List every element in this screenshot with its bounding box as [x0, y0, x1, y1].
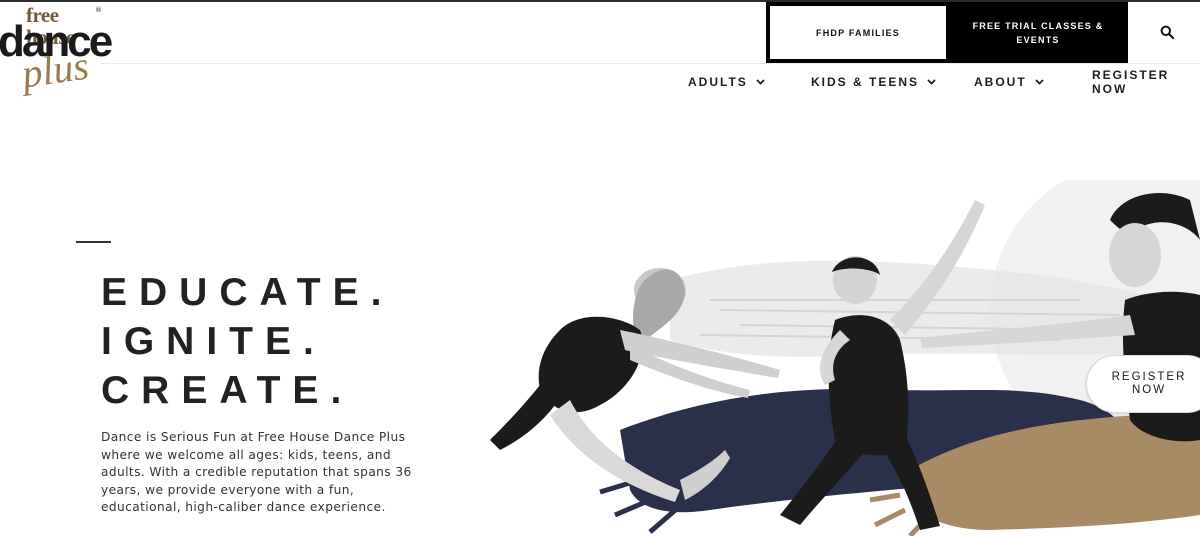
register-now-pill-button[interactable]: REGISTER NOW	[1086, 355, 1200, 413]
search-icon	[1160, 25, 1174, 39]
nav-item-label: ADULTS	[688, 75, 748, 89]
nav-item-label: ABOUT	[974, 75, 1027, 89]
headline-line-educate: EDUCATE.	[101, 271, 394, 314]
chevron-down-icon	[756, 77, 766, 87]
free-trial-button[interactable]: FREE TRIAL CLASSES & EVENTS	[952, 6, 1124, 59]
chevron-down-icon	[927, 77, 937, 87]
hero-headline: EDUCATE. IGNITE. CREATE.	[101, 268, 393, 415]
nav-item-label: KIDS & TEENS	[811, 75, 920, 89]
nav-item-register-now[interactable]: REGISTER NOW	[1092, 68, 1200, 96]
fhdp-families-button[interactable]: FHDP FAMILIES	[770, 6, 946, 59]
logo-registered-mark: ®	[95, 6, 102, 14]
headline-line-ignite: IGNITE.	[101, 320, 326, 363]
hero-image	[480, 180, 1200, 536]
chevron-down-icon	[1035, 77, 1045, 87]
headline-line-create: CREATE.	[101, 369, 354, 412]
nav-item-adults[interactable]: ADULTS	[688, 73, 766, 91]
nav-item-about[interactable]: ABOUT	[974, 73, 1045, 91]
search-button[interactable]	[1155, 18, 1179, 46]
nav-item-label: REGISTER NOW	[1092, 68, 1170, 96]
logo-plus: plus	[19, 42, 92, 97]
site-logo[interactable]: free house ® dance plus	[0, 4, 113, 108]
header-divider	[100, 63, 1200, 64]
nav-item-kids-teens[interactable]: KIDS & TEENS	[811, 73, 937, 91]
register-now-label: REGISTER NOW	[1111, 371, 1187, 396]
hero-dash	[76, 241, 111, 243]
hero-intro-text: Dance is Serious Fun at Free House Dance…	[101, 430, 412, 515]
